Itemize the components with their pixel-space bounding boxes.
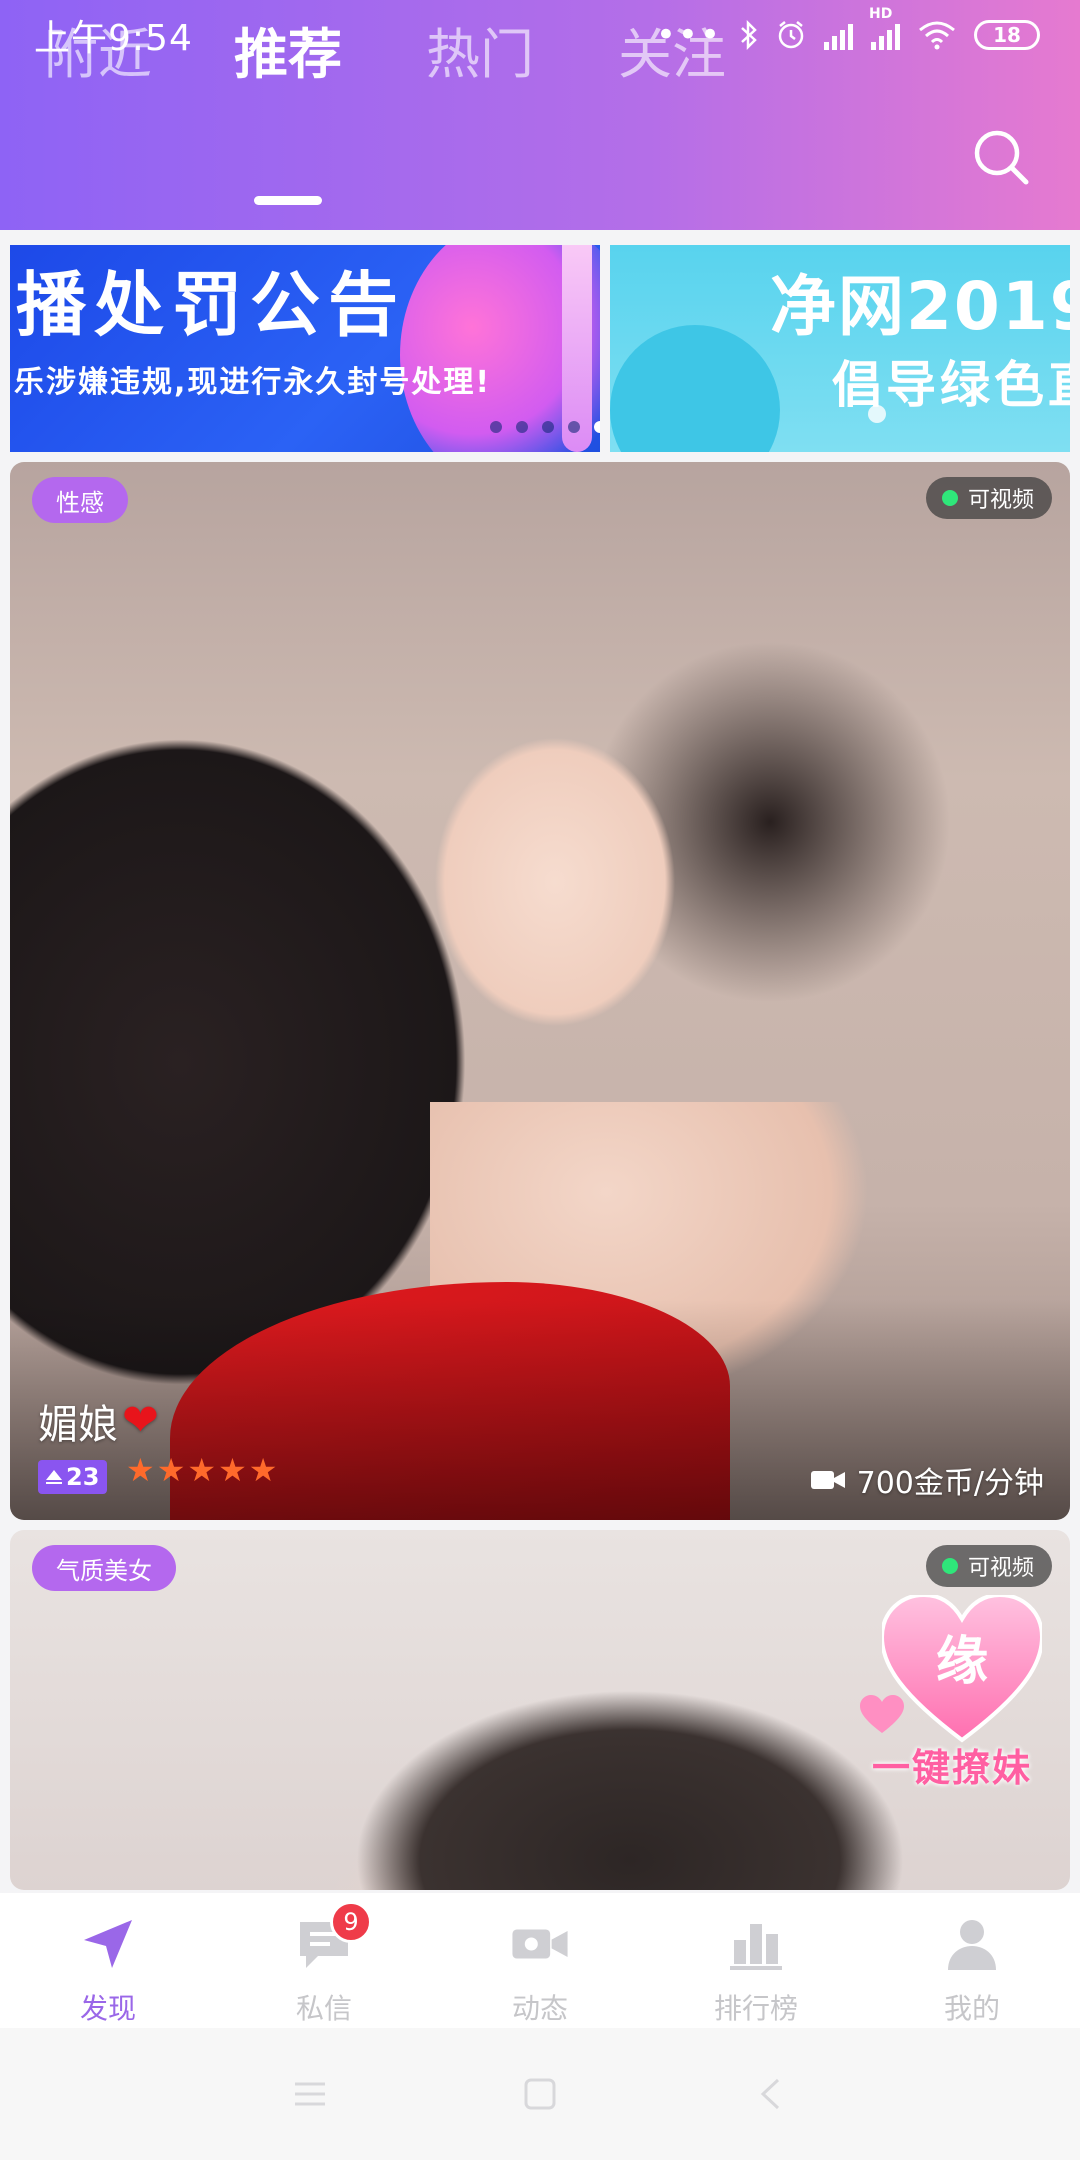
small-heart-icon <box>860 1695 904 1733</box>
level-value: 23 <box>66 1463 100 1491</box>
video-status-label: 可视频 <box>967 488 1034 513</box>
user-icon <box>943 1915 1001 1973</box>
banner-slide-penalty-notice[interactable]: 播处罚公告 乐涉嫌违规,现进行永久封号处理! <box>10 245 600 452</box>
video-available-badge: 可视频 <box>925 1545 1052 1587</box>
online-dot-icon <box>941 490 958 506</box>
search-button[interactable] <box>970 126 1032 188</box>
host-card[interactable]: 性感 可视频 媚娘 ❤ 23 ★ ★ ★ ★ ★ 700金币/分钟 <box>10 462 1070 1520</box>
wifi-icon <box>918 20 956 50</box>
level-icon <box>46 1470 62 1484</box>
level-badge: 23 <box>38 1460 108 1494</box>
banner-decoration <box>610 325 780 452</box>
price-text: 700金币/分钟 <box>856 1466 1044 1501</box>
navigation-arrow-icon <box>79 1915 137 1973</box>
nav-item-ranking[interactable]: 排行榜 <box>648 1893 864 2028</box>
back-icon[interactable] <box>750 2074 790 2114</box>
banner-page-indicator <box>490 421 600 433</box>
app-root: 上午9:54 ••• HD 18 附近 推荐 热门 关注 播处罚公告 乐涉嫌违规… <box>0 0 1080 2160</box>
banner-subtitle: 倡导绿色直 <box>832 356 1070 414</box>
home-icon[interactable] <box>520 2074 560 2114</box>
star-icon: ★ <box>187 1451 217 1489</box>
nav-item-moments[interactable]: 动态 <box>432 1893 648 2028</box>
tab-follow[interactable]: 关注 <box>618 10 726 89</box>
category-tag: 性感 <box>32 477 128 523</box>
search-icon <box>974 130 1029 185</box>
tab-recommend[interactable]: 推荐 <box>234 10 342 89</box>
nav-label: 我的 <box>943 1992 1000 2025</box>
category-tag: 气质美女 <box>32 1545 176 1591</box>
nav-item-discover[interactable]: 发现 <box>0 1893 216 2028</box>
nav-label: 发现 <box>79 1992 136 2025</box>
bottom-nav: 发现 9 私信 动态 排行榜 我的 <box>0 1893 1080 2028</box>
nav-label: 私信 <box>295 1992 352 2025</box>
menu-icon[interactable] <box>290 2074 330 2114</box>
banner-carousel[interactable]: 播处罚公告 乐涉嫌违规,现进行永久封号处理! 净网2019 倡导绿色直 <box>10 245 1070 452</box>
nav-item-profile[interactable]: 我的 <box>864 1893 1080 2028</box>
video-camera-icon <box>511 1915 569 1973</box>
system-nav-bar <box>0 2028 1080 2160</box>
bluetooth-icon <box>740 20 758 50</box>
host-name: 媚娘 ❤ <box>38 1392 159 1450</box>
battery-icon: 18 <box>974 20 1040 50</box>
quick-match-button[interactable]: 缘 一键撩妹 <box>860 1585 1060 1790</box>
top-header: 上午9:54 ••• HD 18 附近 推荐 热门 关注 <box>0 0 1080 230</box>
heart-icon: ❤ <box>122 1395 159 1446</box>
video-status-label: 可视频 <box>967 1556 1034 1581</box>
signal-icon <box>824 20 853 50</box>
status-bar: 上午9:54 ••• HD 18 <box>0 0 1080 70</box>
alarm-icon <box>776 20 806 50</box>
nav-label: 动态 <box>511 1992 568 2025</box>
active-tab-indicator <box>254 196 322 205</box>
unread-badge: 9 <box>330 1901 372 1943</box>
banner-subtitle: 乐涉嫌违规,现进行永久封号处理! <box>14 365 492 400</box>
star-icon: ★ <box>248 1451 278 1489</box>
tab-hot[interactable]: 热门 <box>426 10 534 89</box>
banner-slide-clean-internet[interactable]: 净网2019 倡导绿色直 <box>610 245 1070 452</box>
banner-page-indicator <box>868 405 886 423</box>
video-price: 700金币/分钟 <box>810 1458 1044 1502</box>
banner-title: 播处罚公告 <box>16 264 406 346</box>
star-icon: ★ <box>156 1451 186 1489</box>
rating-stars: ★ ★ ★ ★ ★ <box>126 1454 277 1486</box>
star-icon: ★ <box>126 1451 155 1489</box>
nav-label: 排行榜 <box>713 1992 798 2025</box>
host-name-text: 媚娘 <box>38 1402 118 1448</box>
star-icon: ★ <box>218 1451 247 1489</box>
banner-title: 净网2019 <box>770 268 1070 345</box>
heart-icon: 缘 <box>882 1595 1042 1743</box>
signal-hd-icon: HD <box>869 6 900 50</box>
svg-text:缘: 缘 <box>936 1632 988 1692</box>
quick-match-label: 一键撩妹 <box>872 1746 1033 1790</box>
video-camera-icon <box>810 1471 845 1489</box>
nav-item-messages[interactable]: 9 私信 <box>216 1893 432 2028</box>
bar-chart-icon <box>727 1915 785 1973</box>
online-dot-icon <box>941 1558 958 1574</box>
tab-nearby[interactable]: 附近 <box>44 10 152 89</box>
video-available-badge: 可视频 <box>925 477 1052 519</box>
